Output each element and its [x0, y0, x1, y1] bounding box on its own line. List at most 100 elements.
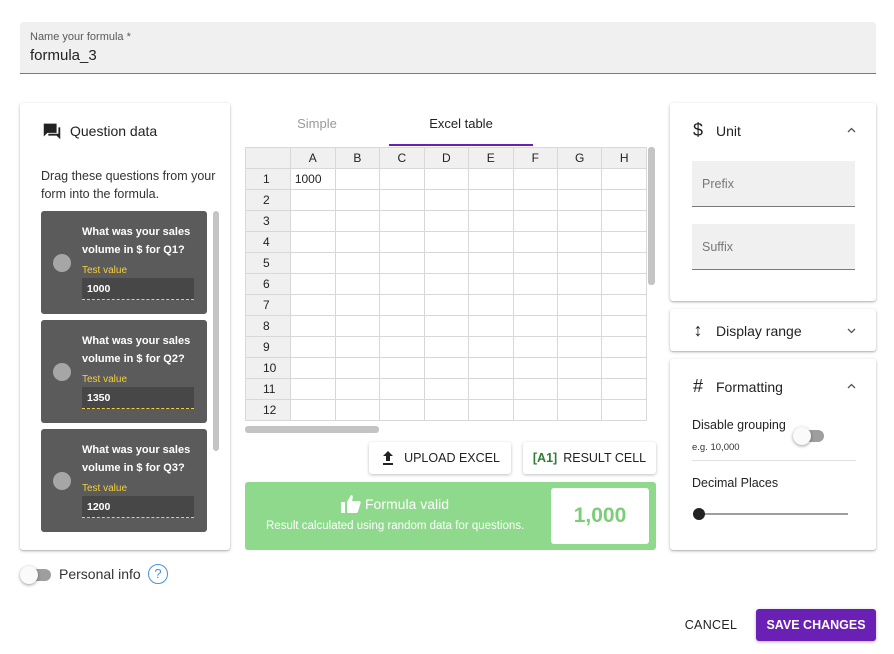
suffix-input[interactable]: Suffix: [692, 224, 855, 270]
row-header[interactable]: 5: [245, 252, 291, 274]
cell-D6[interactable]: [423, 273, 470, 295]
result-cell-button[interactable]: [A1] RESULT CELL: [523, 442, 656, 474]
chevron-down-icon[interactable]: [847, 328, 856, 334]
cell-B3[interactable]: [334, 210, 381, 232]
cell-A5[interactable]: [289, 252, 336, 274]
cell-C8[interactable]: [379, 315, 425, 337]
cell-G4[interactable]: [556, 231, 603, 253]
chevron-up-icon[interactable]: [847, 383, 856, 389]
cell-D5[interactable]: [423, 252, 470, 274]
cell-F9[interactable]: [512, 336, 558, 358]
row-header[interactable]: 3: [245, 210, 291, 232]
cell-H7[interactable]: [601, 294, 647, 316]
spreadsheet-grid[interactable]: A B C D E F G H 1 1000 2 3 4 5 6 7 8 9 10 11 12: [245, 147, 647, 421]
cell-C6[interactable]: [379, 273, 425, 295]
formatting-header[interactable]: # Formatting: [692, 376, 783, 397]
unit-header[interactable]: $ Unit: [692, 120, 741, 141]
cell-B9[interactable]: [334, 336, 381, 358]
cell-D11[interactable]: [423, 378, 470, 400]
cell-D10[interactable]: [423, 357, 470, 379]
save-changes-button[interactable]: SAVE CHANGES: [756, 609, 876, 641]
cell-A3[interactable]: [289, 210, 336, 232]
cell-B5[interactable]: [334, 252, 381, 274]
display-range-header[interactable]: ↕ Display range: [692, 320, 802, 341]
cell-A8[interactable]: [289, 315, 336, 337]
cell-H9[interactable]: [601, 336, 647, 358]
cell-E4[interactable]: [468, 231, 514, 253]
cancel-button[interactable]: CANCEL: [676, 610, 746, 640]
tab-simple[interactable]: Simple: [245, 106, 389, 146]
cell-E7[interactable]: [468, 294, 514, 316]
cell-H6[interactable]: [601, 273, 647, 295]
cell-E10[interactable]: [468, 357, 514, 379]
cell-H2[interactable]: [601, 189, 647, 211]
cell-G5[interactable]: [556, 252, 603, 274]
cell-E9[interactable]: [468, 336, 514, 358]
column-header[interactable]: E: [468, 147, 514, 169]
question-card[interactable]: What was your sales volume in $ for Q1? …: [41, 211, 207, 314]
cell-H3[interactable]: [601, 210, 647, 232]
row-header[interactable]: 7: [245, 294, 291, 316]
row-header[interactable]: 10: [245, 357, 291, 379]
cell-F5[interactable]: [512, 252, 558, 274]
cell-G1[interactable]: [556, 168, 603, 190]
spreadsheet-vertical-scrollbar[interactable]: [648, 147, 655, 285]
cell-E5[interactable]: [468, 252, 514, 274]
question-card[interactable]: What was your sales volume in $ for Q3? …: [41, 429, 207, 532]
cell-G2[interactable]: [556, 189, 603, 211]
cell-H8[interactable]: [601, 315, 647, 337]
tab-excel-table[interactable]: Excel table: [389, 106, 533, 146]
spreadsheet-corner[interactable]: [245, 147, 291, 169]
cell-E11[interactable]: [468, 378, 514, 400]
row-header[interactable]: 2: [245, 189, 291, 211]
formula-name-value[interactable]: formula_3: [30, 47, 97, 64]
row-header[interactable]: 11: [245, 378, 291, 400]
cell-C11[interactable]: [379, 378, 425, 400]
cell-C3[interactable]: [379, 210, 425, 232]
cell-D12[interactable]: [423, 399, 470, 421]
personal-info-toggle[interactable]: [20, 566, 54, 584]
cell-D4[interactable]: [423, 231, 470, 253]
cell-D9[interactable]: [423, 336, 470, 358]
spreadsheet[interactable]: A B C D E F G H 1 1000 2 3 4 5 6 7 8 9 10 11 12: [245, 147, 647, 423]
cell-A6[interactable]: [289, 273, 336, 295]
cell-A12[interactable]: [289, 399, 336, 421]
column-header[interactable]: H: [601, 147, 647, 169]
cell-F4[interactable]: [512, 231, 558, 253]
cell-B1[interactable]: [334, 168, 381, 190]
spreadsheet-horizontal-scrollbar[interactable]: [245, 426, 379, 433]
question-list-scrollbar[interactable]: [213, 211, 219, 451]
column-header[interactable]: F: [512, 147, 558, 169]
cell-H11[interactable]: [601, 378, 647, 400]
cell-A11[interactable]: [289, 378, 336, 400]
cell-B6[interactable]: [334, 273, 381, 295]
column-header[interactable]: B: [334, 147, 381, 169]
row-header[interactable]: 9: [245, 336, 291, 358]
cell-G3[interactable]: [556, 210, 603, 232]
cell-G6[interactable]: [556, 273, 603, 295]
cell-C5[interactable]: [379, 252, 425, 274]
cell-C7[interactable]: [379, 294, 425, 316]
cell-B7[interactable]: [334, 294, 381, 316]
test-value-input[interactable]: 1350: [82, 387, 194, 409]
column-header[interactable]: C: [379, 147, 425, 169]
cell-B10[interactable]: [334, 357, 381, 379]
cell-C1[interactable]: [379, 168, 425, 190]
cell-B11[interactable]: [334, 378, 381, 400]
cell-H4[interactable]: [601, 231, 647, 253]
cell-H1[interactable]: [601, 168, 647, 190]
cell-E2[interactable]: [468, 189, 514, 211]
cell-D8[interactable]: [423, 315, 470, 337]
row-header[interactable]: 4: [245, 231, 291, 253]
cell-F11[interactable]: [512, 378, 558, 400]
display-range-panel[interactable]: ↕ Display range: [670, 309, 876, 351]
cell-F10[interactable]: [512, 357, 558, 379]
cell-D1[interactable]: [423, 168, 470, 190]
cell-E3[interactable]: [468, 210, 514, 232]
cell-C9[interactable]: [379, 336, 425, 358]
drag-handle-icon[interactable]: [53, 254, 71, 272]
cell-F2[interactable]: [512, 189, 558, 211]
cell-D2[interactable]: [423, 189, 470, 211]
cell-E6[interactable]: [468, 273, 514, 295]
cell-A4[interactable]: [289, 231, 336, 253]
